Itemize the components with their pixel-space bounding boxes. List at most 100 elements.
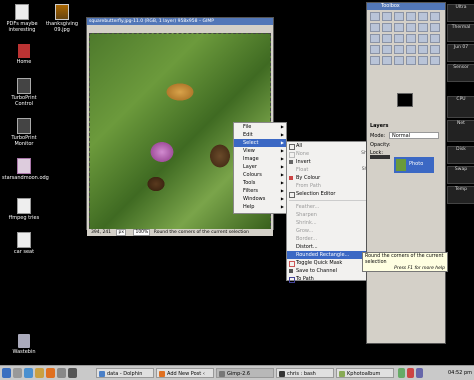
- shelf-widget[interactable]: Jun 07: [447, 44, 474, 62]
- kde-menu-icon[interactable]: [2, 368, 11, 378]
- ink-tool-icon[interactable]: [394, 56, 404, 65]
- menu-item-windows[interactable]: Windows ▶: [234, 195, 286, 203]
- menu-item-help[interactable]: Help ▶: [234, 203, 286, 211]
- menu-item-filters[interactable]: Filters ▶: [234, 187, 286, 195]
- text-tool-icon[interactable]: [382, 45, 392, 54]
- scale-tool-icon[interactable]: [406, 34, 416, 43]
- clone-tool-icon[interactable]: [406, 56, 416, 65]
- menu-item-edit[interactable]: Edit ▶: [234, 131, 286, 139]
- free-select-tool-icon[interactable]: [394, 12, 404, 21]
- submenu-arrow-icon: ▶: [280, 164, 284, 169]
- pencil-tool-icon[interactable]: [418, 45, 428, 54]
- color-select-tool-icon[interactable]: [418, 12, 428, 21]
- task-add-new-post[interactable]: Add New Post ‹: [156, 368, 214, 378]
- zoom-select[interactable]: 100%: [133, 229, 151, 236]
- menu-item-image[interactable]: Image ▶: [234, 155, 286, 163]
- desktop-icon-starsandmoon[interactable]: starsandmoon.odg: [2, 158, 49, 181]
- rotate-tool-icon[interactable]: [394, 34, 404, 43]
- task-bash[interactable]: chris : bash: [276, 368, 334, 378]
- fuzzy-select-tool-icon[interactable]: [406, 12, 416, 21]
- desktop-icon-thanksgiving[interactable]: thanksgiving 09.jpg: [40, 4, 84, 33]
- mode-select[interactable]: Normal: [389, 132, 439, 139]
- eraser-tool-icon[interactable]: [370, 56, 380, 65]
- desktop-icon-home[interactable]: Home: [2, 44, 46, 65]
- image-context-menu[interactable]: File ▶ Edit ▶ Select ▶ View ▶ Image ▶ Layer ▶ …: [233, 122, 287, 214]
- desktop-icon-ffmpeg[interactable]: ffmpeg tries: [2, 198, 46, 221]
- paths-tool-icon[interactable]: [382, 23, 392, 32]
- submenu-arrow-icon: ▶: [280, 172, 284, 177]
- shear-tool-icon[interactable]: [418, 34, 428, 43]
- task-dolphin[interactable]: data - Dolphin: [96, 368, 154, 378]
- shelf-widget[interactable]: Swap: [447, 166, 474, 184]
- tray-network-icon[interactable]: [398, 368, 405, 378]
- foreground-color-swatch[interactable]: [397, 93, 413, 107]
- menu-item-label: Windows: [243, 196, 266, 202]
- menu-item-file[interactable]: File ▶: [234, 123, 286, 131]
- shelf-label: Swap: [454, 167, 468, 172]
- menu-item-label: Help: [243, 204, 255, 210]
- desktop-icon-turboprint-monitor[interactable]: TurboPrint Monitor: [2, 118, 46, 147]
- desktop-icon-label: Home: [16, 59, 32, 65]
- menu-item-colours[interactable]: Colours ▶: [234, 171, 286, 179]
- terminal-icon: [279, 371, 285, 377]
- menu-tooltip: Round the corners of the current selecti…: [362, 252, 448, 272]
- align-tool-icon[interactable]: [370, 34, 380, 43]
- clock[interactable]: 04:52 pm: [448, 367, 472, 379]
- shelf-widget[interactable]: Temp: [447, 186, 474, 204]
- shelf-widget[interactable]: Thermal: [447, 24, 474, 42]
- menu-item-view[interactable]: View ▶: [234, 147, 286, 155]
- image-menubar[interactable]: [87, 25, 273, 31]
- paintbrush-tool-icon[interactable]: [430, 45, 440, 54]
- unit-select[interactable]: px: [116, 229, 127, 236]
- rect-select-tool-icon[interactable]: [370, 12, 380, 21]
- smudge-tool-icon[interactable]: [430, 56, 440, 65]
- perspective-tool-icon[interactable]: [430, 34, 440, 43]
- save-channel-icon: [289, 269, 293, 273]
- terminal-icon[interactable]: [68, 368, 77, 378]
- submenu-arrow-icon: ▶: [280, 140, 284, 145]
- shelf-widget[interactable]: Disk: [447, 146, 474, 164]
- desktop-icon-pdfs[interactable]: PDFs maybe interesting: [0, 4, 44, 33]
- ellipse-select-tool-icon[interactable]: [382, 12, 392, 21]
- heal-tool-icon[interactable]: [418, 56, 428, 65]
- taskbar[interactable]: data - Dolphin Add New Post ‹ Gimp-2.6 c…: [0, 365, 474, 380]
- menu-item-label: Filters: [243, 188, 258, 194]
- firefox-icon[interactable]: [46, 368, 55, 378]
- airbrush-tool-icon[interactable]: [382, 56, 392, 65]
- desktop-icon-turboprint-control[interactable]: TurboPrint Control: [2, 78, 46, 107]
- menu-item-label: Rounded Rectangle...: [296, 252, 350, 258]
- move-tool-icon[interactable]: [430, 23, 440, 32]
- shelf-widget[interactable]: Sensor: [447, 64, 474, 82]
- color-picker-tool-icon[interactable]: [394, 23, 404, 32]
- web-browser-icon[interactable]: [24, 368, 33, 378]
- foreground-select-tool-icon[interactable]: [370, 23, 380, 32]
- tool-grid[interactable]: [370, 12, 442, 65]
- tray-alert-icon[interactable]: [407, 368, 414, 378]
- task-gimp[interactable]: Gimp-2.6: [216, 368, 274, 378]
- measure-tool-icon[interactable]: [418, 23, 428, 32]
- shelf-widget[interactable]: Net: [447, 120, 474, 142]
- task-kphotoalbum[interactable]: Kphotoalbum: [336, 368, 394, 378]
- menu-item-label: Toggle Quick Mask: [296, 260, 343, 266]
- menu-item-layer[interactable]: Layer ▶: [234, 163, 286, 171]
- zoom-tool-icon[interactable]: [406, 23, 416, 32]
- gimp-launcher-icon[interactable]: [57, 368, 66, 378]
- file-manager-icon[interactable]: [35, 368, 44, 378]
- shelf-widget[interactable]: CPU: [447, 96, 474, 118]
- bucket-fill-tool-icon[interactable]: [394, 45, 404, 54]
- desktop-icon-wastebin[interactable]: Wastebin: [2, 334, 46, 355]
- shelf-widget[interactable]: Ultra: [447, 4, 474, 22]
- submenu-arrow-icon: ▶: [280, 204, 284, 209]
- tray-volume-icon[interactable]: [416, 368, 423, 378]
- show-desktop-icon[interactable]: [13, 368, 22, 378]
- scissors-tool-icon[interactable]: [430, 12, 440, 21]
- flip-tool-icon[interactable]: [370, 45, 380, 54]
- crop-tool-icon[interactable]: [382, 34, 392, 43]
- desktop-icon-car-seat[interactable]: car seat: [2, 232, 46, 255]
- layer-row-selected[interactable]: Photo: [394, 157, 434, 173]
- eye-icon[interactable]: [370, 155, 390, 159]
- gimp-toolbox-window[interactable]: Toolbox Layers Mode: Normal Opacity: Loc…: [366, 2, 446, 344]
- menu-item-tools[interactable]: Tools ▶: [234, 179, 286, 187]
- blend-tool-icon[interactable]: [406, 45, 416, 54]
- menu-item-select[interactable]: Select ▶: [234, 139, 286, 147]
